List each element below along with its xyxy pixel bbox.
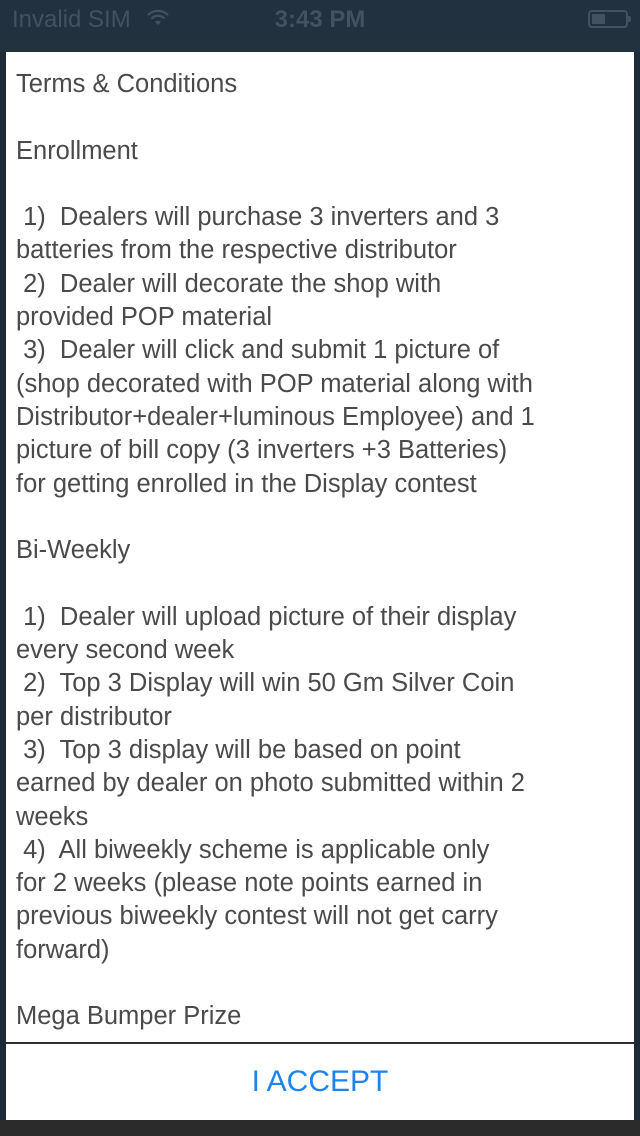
accept-button[interactable]: I ACCEPT <box>6 1044 634 1120</box>
backdrop <box>0 40 640 52</box>
terms-line: earned by dealer on photo submitted with… <box>16 769 525 798</box>
terms-line: provided POP material <box>16 303 273 332</box>
status-time: 3:43 PM <box>274 6 366 33</box>
terms-line: 1) Dealers will purchase 3 inverters and… <box>16 203 500 232</box>
terms-line: 2) Top 3 Display will win 50 Gm Silver C… <box>16 669 515 698</box>
battery-icon <box>588 10 631 28</box>
terms-line: Bi-Weekly <box>16 536 131 565</box>
terms-line: for getting enrolled in the Display cont… <box>16 469 477 498</box>
terms-line: per distributor <box>16 702 172 731</box>
terms-line: Distributor+dealer+luminous Employee) an… <box>16 402 535 431</box>
terms-line: for 2 weeks (please note points earned i… <box>16 869 483 898</box>
terms-line <box>16 967 622 1000</box>
bottom-edge <box>0 1120 640 1136</box>
terms-dialog: Terms & Conditions Enrollment 1) Dealers … <box>6 52 634 1120</box>
terms-line: 3) Dealer will click and submit 1 pictur… <box>16 336 500 365</box>
status-bar: Invalid SIM 3:43 PM <box>0 0 640 40</box>
terms-line: (shop decorated with POP material along … <box>16 369 533 398</box>
terms-line: every second week <box>16 636 235 665</box>
terms-line: Terms & Conditions <box>16 70 238 98</box>
battery-level <box>592 14 605 24</box>
terms-line <box>16 101 622 134</box>
terms-line: 4) All biweekly scheme is applicable onl… <box>16 835 490 864</box>
terms-line: Enrollment <box>16 136 138 165</box>
terms-text-scroll[interactable]: Terms & Conditions Enrollment 1) Dealers … <box>6 52 634 1042</box>
terms-line: weeks <box>16 802 89 831</box>
terms-line: 1) Dealer will upload picture of their d… <box>16 602 517 631</box>
terms-line <box>16 501 622 534</box>
terms-line: picture of bill copy (3 inverters +3 Bat… <box>16 436 508 465</box>
terms-line: forward) <box>16 935 110 964</box>
terms-line <box>16 168 622 201</box>
terms-line: 3) Top 3 display will be based on point <box>16 735 461 764</box>
terms-line: batteries from the respective distributo… <box>16 236 457 265</box>
terms-line: previous biweekly contest will not get c… <box>16 902 498 931</box>
terms-line: Mega Bumper Prize <box>16 1002 242 1031</box>
terms-line: 2) Dealer will decorate the shop with <box>16 269 442 298</box>
terms-line <box>16 567 622 600</box>
